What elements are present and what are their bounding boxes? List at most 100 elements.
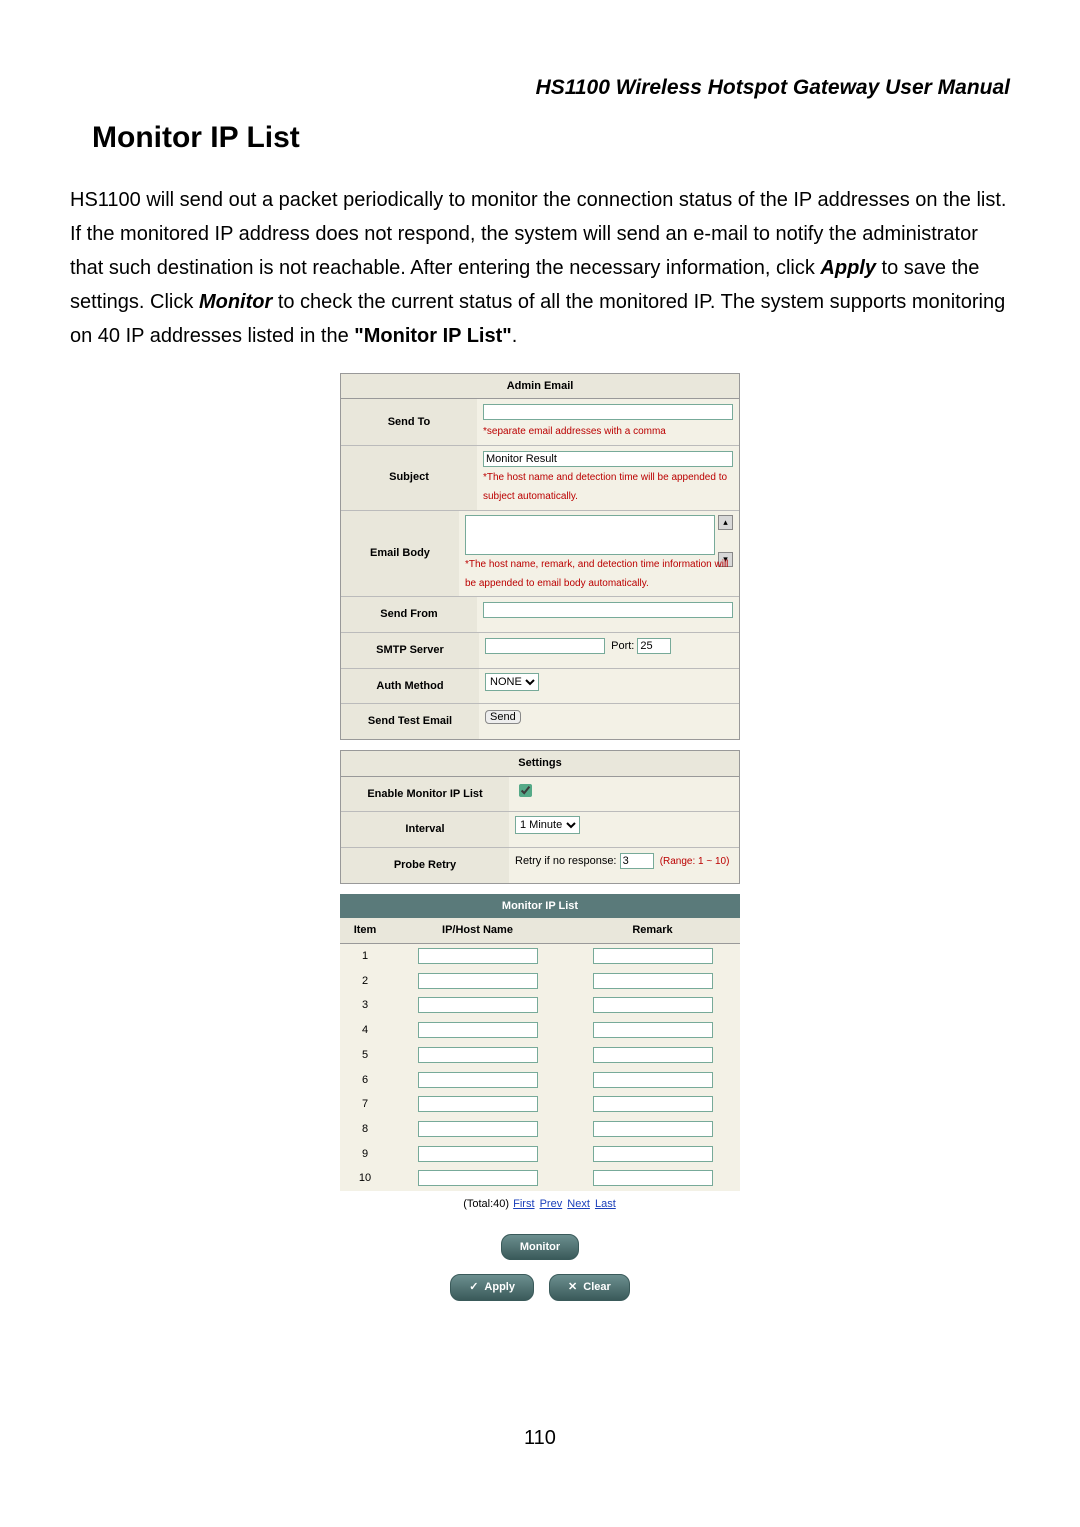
subject-label: Subject (341, 446, 477, 510)
table-row: 5 (340, 1043, 740, 1068)
host-input[interactable] (418, 1047, 538, 1063)
pager: (Total:40) First Prev Next Last (340, 1195, 740, 1214)
remark-input[interactable] (593, 1096, 713, 1112)
item-cell: 9 (340, 1142, 390, 1167)
table-row: 4 (340, 1018, 740, 1043)
item-cell: 4 (340, 1018, 390, 1043)
remark-input[interactable] (593, 1170, 713, 1186)
host-input[interactable] (418, 948, 538, 964)
host-input[interactable] (418, 997, 538, 1013)
table-row: 2 (340, 969, 740, 994)
remark-input[interactable] (593, 1146, 713, 1162)
send-from-input[interactable] (483, 602, 733, 618)
interval-label: Interval (341, 812, 509, 847)
pager-next[interactable]: Next (567, 1198, 590, 1210)
host-input[interactable] (418, 1072, 538, 1088)
col-host: IP/Host Name (390, 918, 565, 943)
pager-first[interactable]: First (513, 1198, 534, 1210)
monitor-ip-table: Monitor IP List Item IP/Host Name Remark… (340, 894, 740, 1191)
pager-total: (Total:40) (463, 1198, 509, 1210)
intro-apply-word: Apply (820, 257, 876, 279)
remark-cell (565, 969, 740, 994)
item-cell: 10 (340, 1166, 390, 1191)
subject-input[interactable] (483, 451, 733, 467)
probe-retry-range: (Range: 1 ~ 10) (660, 856, 730, 867)
send-test-label: Send Test Email (341, 704, 479, 739)
item-cell: 7 (340, 1092, 390, 1117)
host-input[interactable] (418, 1022, 538, 1038)
host-cell (390, 1068, 565, 1093)
item-cell: 3 (340, 993, 390, 1018)
interval-select[interactable]: 1 Minute (515, 816, 580, 834)
apply-button-label: Apply (484, 1281, 515, 1293)
email-body-textarea[interactable] (465, 515, 715, 555)
settings-header: Settings (341, 751, 739, 777)
item-cell: 2 (340, 969, 390, 994)
host-input[interactable] (418, 973, 538, 989)
smtp-port-input[interactable] (637, 638, 671, 654)
remark-cell (565, 993, 740, 1018)
table-row: 3 (340, 993, 740, 1018)
remark-cell (565, 1043, 740, 1068)
smtp-label: SMTP Server (341, 633, 479, 668)
send-to-note: *separate email addresses with a comma (483, 426, 666, 437)
monitor-button[interactable]: Monitor (501, 1234, 579, 1261)
intro-monitor-word: Monitor (199, 291, 272, 313)
host-cell (390, 944, 565, 969)
pager-last[interactable]: Last (595, 1198, 616, 1210)
send-test-button[interactable]: Send (485, 710, 521, 724)
x-icon: ✕ (568, 1281, 577, 1293)
item-cell: 1 (340, 944, 390, 969)
host-input[interactable] (418, 1146, 538, 1162)
remark-input[interactable] (593, 1022, 713, 1038)
probe-retry-input[interactable] (620, 853, 654, 869)
remark-input[interactable] (593, 973, 713, 989)
enable-monitor-checkbox[interactable] (519, 784, 532, 797)
host-cell (390, 1142, 565, 1167)
auth-method-select[interactable]: NONE (485, 673, 539, 691)
probe-retry-label: Probe Retry (341, 848, 509, 883)
remark-cell (565, 1092, 740, 1117)
check-icon: ✓ (469, 1281, 478, 1293)
table-row: 1 (340, 944, 740, 969)
clear-button[interactable]: ✕Clear (549, 1274, 630, 1301)
remark-cell (565, 1166, 740, 1191)
send-from-label: Send From (341, 597, 477, 632)
remark-input[interactable] (593, 1121, 713, 1137)
intro-paragraph: HS1100 will send out a packet periodical… (70, 183, 1010, 353)
host-cell (390, 1092, 565, 1117)
table-row: 10 (340, 1166, 740, 1191)
remark-cell (565, 1142, 740, 1167)
table-row: 6 (340, 1068, 740, 1093)
host-cell (390, 1166, 565, 1191)
remark-input[interactable] (593, 1047, 713, 1063)
host-cell (390, 969, 565, 994)
host-input[interactable] (418, 1121, 538, 1137)
col-remark: Remark (565, 918, 740, 943)
send-to-input[interactable] (483, 404, 733, 420)
scroll-up-icon[interactable]: ▴ (718, 515, 733, 530)
host-input[interactable] (418, 1096, 538, 1112)
remark-input[interactable] (593, 997, 713, 1013)
item-cell: 5 (340, 1043, 390, 1068)
item-cell: 6 (340, 1068, 390, 1093)
send-to-label: Send To (341, 399, 477, 444)
remark-cell (565, 1018, 740, 1043)
admin-email-header: Admin Email (341, 374, 739, 400)
host-input[interactable] (418, 1170, 538, 1186)
enable-monitor-label: Enable Monitor IP List (341, 777, 509, 812)
table-row: 8 (340, 1117, 740, 1142)
auth-method-label: Auth Method (341, 669, 479, 704)
host-cell (390, 993, 565, 1018)
email-body-label: Email Body (341, 511, 459, 596)
apply-button[interactable]: ✓ Apply (450, 1274, 534, 1301)
pager-prev[interactable]: Prev (540, 1198, 563, 1210)
smtp-server-input[interactable] (485, 638, 605, 654)
intro-period: . (512, 325, 518, 347)
col-item: Item (340, 918, 390, 943)
remark-input[interactable] (593, 948, 713, 964)
section-title: Monitor IP List (92, 112, 1010, 163)
remark-input[interactable] (593, 1072, 713, 1088)
item-cell: 8 (340, 1117, 390, 1142)
probe-retry-prefix: Retry if no response: (515, 855, 617, 867)
